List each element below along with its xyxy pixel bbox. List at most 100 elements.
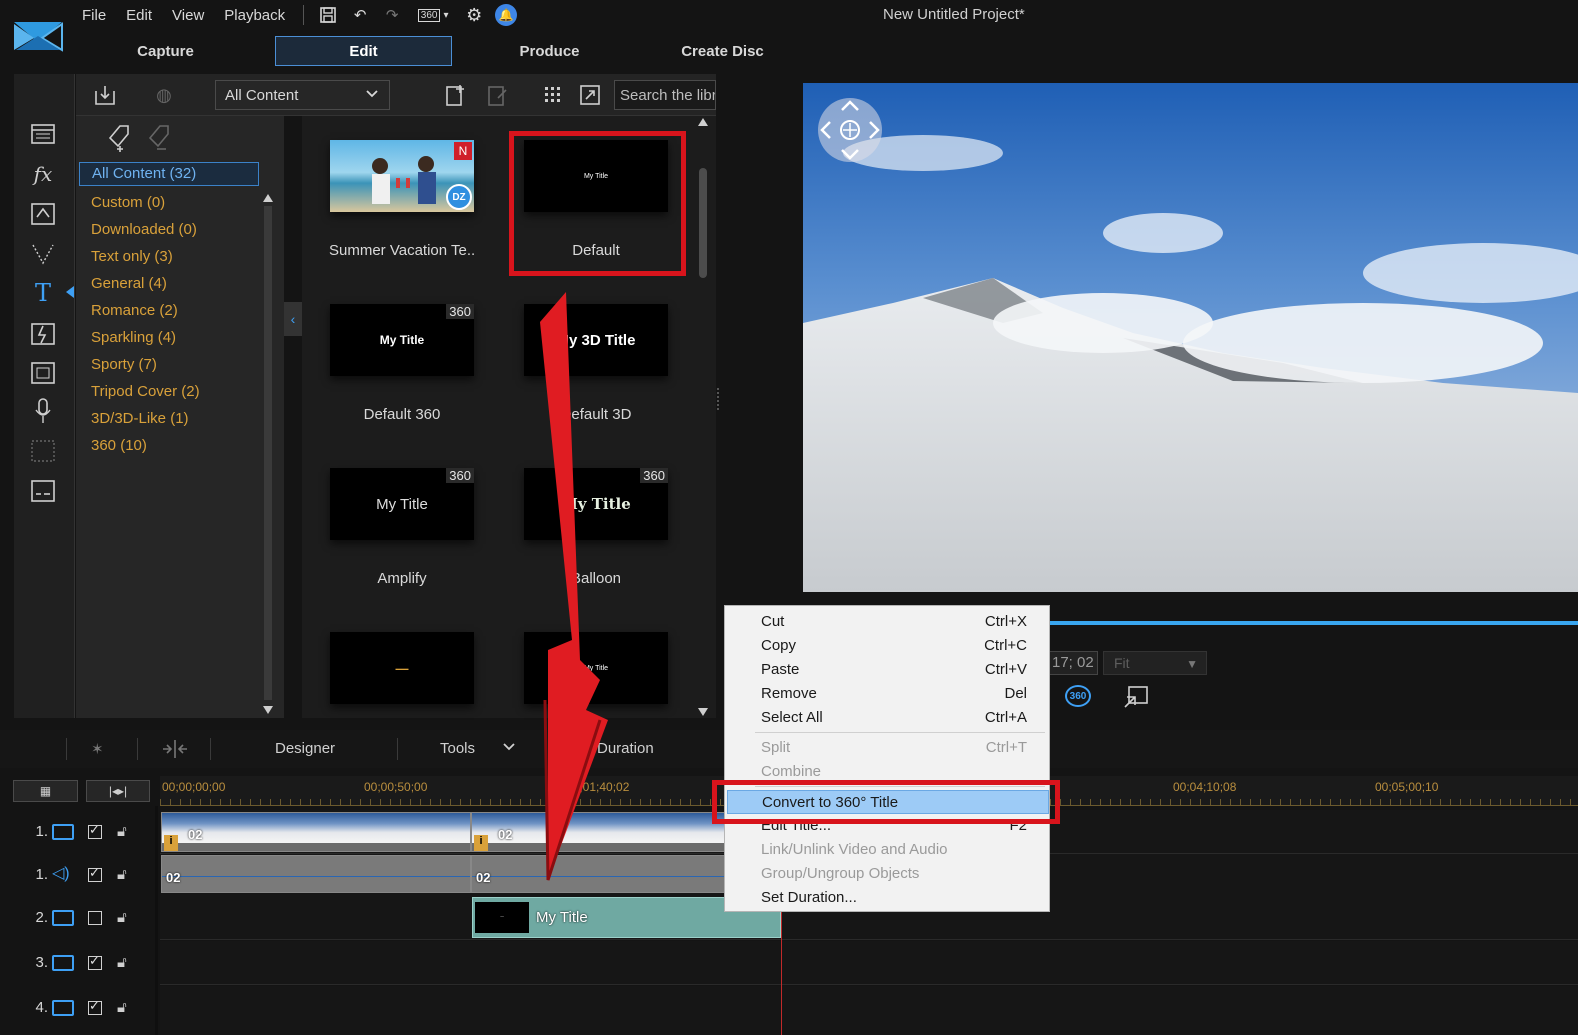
save-icon[interactable] bbox=[315, 2, 341, 28]
template-tile-balloon[interactable]: My Title 360 Balloon bbox=[523, 468, 669, 587]
unlock-icon[interactable]: 🔓︎ bbox=[117, 909, 127, 926]
tab-create-disc[interactable]: Create Disc bbox=[629, 36, 816, 66]
clip-info-icon[interactable]: i bbox=[474, 835, 488, 851]
expand-library-icon[interactable] bbox=[577, 82, 603, 108]
menu-item-cut[interactable]: Cut Ctrl+X bbox=[725, 610, 1049, 634]
scroll-thumb[interactable] bbox=[699, 168, 707, 278]
category-item-custom[interactable]: Custom (0) bbox=[79, 189, 259, 216]
360-navigation-control[interactable] bbox=[818, 98, 882, 162]
duration-button[interactable]: Duration bbox=[597, 740, 654, 757]
scroll-up-arrow-icon[interactable] bbox=[263, 194, 273, 202]
media-room-icon[interactable] bbox=[28, 120, 58, 148]
category-item-downloaded[interactable]: Downloaded (0) bbox=[79, 216, 259, 243]
category-item-romance[interactable]: Romance (2) bbox=[79, 297, 259, 324]
category-item-sparkling[interactable]: Sparkling (4) bbox=[79, 324, 259, 351]
timecode-display[interactable]: 17; 02 bbox=[1048, 651, 1098, 675]
menu-file[interactable]: File bbox=[72, 7, 116, 24]
content-filter-dropdown[interactable]: All Content bbox=[215, 80, 390, 110]
split-tool-icon[interactable] bbox=[161, 740, 189, 762]
menu-item-group-ungroup[interactable]: Group/Ungroup Objects bbox=[725, 862, 1049, 886]
settings-gear-icon[interactable]: ⚙ bbox=[461, 2, 487, 28]
track-enable-checkbox[interactable] bbox=[88, 998, 102, 1015]
add-tag-icon[interactable] bbox=[106, 124, 132, 158]
track-enable-checkbox[interactable] bbox=[88, 822, 102, 839]
timeline-playhead[interactable] bbox=[781, 897, 782, 1035]
new-title-template-icon[interactable] bbox=[443, 82, 469, 108]
video-clip-2[interactable]: 02 i bbox=[471, 812, 725, 852]
audio-mixing-icon[interactable] bbox=[28, 359, 58, 387]
clip-info-icon[interactable]: i bbox=[164, 835, 178, 851]
view-360-toggle[interactable]: 360 ▾ bbox=[411, 2, 455, 28]
fx-room-icon[interactable]: fx bbox=[28, 160, 58, 188]
tab-edit[interactable]: Edit bbox=[275, 36, 452, 66]
template-tile-amplify[interactable]: My Title 360 Amplify bbox=[329, 468, 475, 587]
template-tile-default-360[interactable]: My Title 360 Default 360 bbox=[329, 304, 475, 423]
menu-view[interactable]: View bbox=[162, 7, 214, 24]
category-item-text-only[interactable]: Text only (3) bbox=[79, 243, 259, 270]
unlock-icon[interactable]: 🔓︎ bbox=[117, 866, 127, 883]
unlock-icon[interactable]: 🔓︎ bbox=[117, 999, 127, 1016]
collapse-panel-button[interactable]: ‹ bbox=[284, 302, 302, 336]
redo-icon[interactable]: ↷ bbox=[379, 2, 405, 28]
library-search-input[interactable]: Search the libra bbox=[614, 80, 716, 110]
track-enable-checkbox[interactable] bbox=[88, 953, 102, 970]
transition-room-icon[interactable] bbox=[28, 320, 58, 348]
menu-item-paste[interactable]: Paste Ctrl+V bbox=[725, 658, 1049, 682]
track-enable-checkbox[interactable] bbox=[88, 910, 102, 925]
import-media-icon[interactable] bbox=[92, 82, 118, 108]
tab-capture[interactable]: Capture bbox=[72, 36, 259, 66]
track-enable-checkbox[interactable] bbox=[88, 865, 102, 882]
category-item-360[interactable]: 360 (10) bbox=[79, 432, 259, 459]
undock-preview-icon[interactable] bbox=[1123, 685, 1149, 709]
grid-view-icon[interactable] bbox=[540, 82, 566, 108]
panel-splitter-grip[interactable] bbox=[717, 388, 720, 410]
template-tile-7[interactable]: — bbox=[329, 632, 475, 704]
preview-progress-bar[interactable] bbox=[1048, 621, 1578, 625]
video-preview-360[interactable] bbox=[803, 83, 1578, 592]
magic-tool-icon[interactable]: ✶ bbox=[91, 740, 104, 758]
tab-produce[interactable]: Produce bbox=[456, 36, 643, 66]
download-content-icon[interactable]: ◍ bbox=[151, 82, 177, 108]
chevron-down-icon[interactable] bbox=[502, 740, 516, 758]
menu-item-remove[interactable]: Remove Del bbox=[725, 682, 1049, 706]
remove-tag-icon[interactable] bbox=[146, 124, 172, 158]
designer-button[interactable]: Designer bbox=[275, 740, 335, 757]
category-item-general[interactable]: General (4) bbox=[79, 270, 259, 297]
audio-clip-1[interactable]: 02 bbox=[161, 855, 471, 893]
notification-bell-icon[interactable]: 🔔 bbox=[493, 2, 519, 28]
subtitle-room-icon[interactable] bbox=[28, 477, 58, 505]
modify-template-icon[interactable] bbox=[485, 82, 511, 108]
scroll-up-arrow-icon[interactable] bbox=[698, 118, 708, 126]
undo-icon[interactable]: ↶ bbox=[347, 2, 373, 28]
timeline-track-manager-button[interactable]: ▦ bbox=[13, 780, 78, 802]
voice-over-microphone-icon[interactable] bbox=[28, 397, 58, 425]
zoom-fit-dropdown[interactable]: Fit ▼ bbox=[1103, 651, 1207, 675]
menu-item-copy[interactable]: Copy Ctrl+C bbox=[725, 634, 1049, 658]
track-row-video-4[interactable] bbox=[160, 986, 1578, 1030]
template-tile-summer-vacation[interactable]: N DZ Summer Vacation Te... bbox=[329, 140, 475, 259]
menu-item-link-unlink[interactable]: Link/Unlink Video and Audio bbox=[725, 838, 1049, 862]
scroll-down-arrow-icon[interactable] bbox=[263, 706, 273, 714]
menu-item-set-duration[interactable]: Set Duration... bbox=[725, 886, 1049, 910]
menu-item-split[interactable]: Split Ctrl+T bbox=[725, 736, 1049, 760]
tools-button[interactable]: Tools bbox=[440, 740, 475, 757]
category-item-tripod-cover[interactable]: Tripod Cover (2) bbox=[79, 378, 259, 405]
pip-objects-icon[interactable] bbox=[28, 200, 58, 228]
scroll-down-arrow-icon[interactable] bbox=[698, 708, 708, 716]
track-row-video-3[interactable] bbox=[160, 941, 1578, 985]
unlock-icon[interactable]: 🔓︎ bbox=[117, 954, 127, 971]
menu-playback[interactable]: Playback bbox=[214, 7, 295, 24]
template-tile-8[interactable]: My Title bbox=[523, 632, 669, 704]
video-clip-1[interactable]: 02 i bbox=[161, 812, 471, 852]
menu-item-select-all[interactable]: Select All Ctrl+A bbox=[725, 706, 1049, 730]
category-scrollbar[interactable] bbox=[263, 194, 273, 714]
scroll-track[interactable] bbox=[264, 206, 272, 700]
chapter-room-icon[interactable] bbox=[28, 437, 58, 465]
template-grid-scrollbar[interactable] bbox=[698, 118, 708, 716]
audio-clip-2[interactable]: 02 bbox=[471, 855, 725, 893]
fit-timeline-button[interactable]: |◂▸| bbox=[86, 780, 150, 802]
category-item-sporty[interactable]: Sporty (7) bbox=[79, 351, 259, 378]
unlock-icon[interactable]: 🔓︎ bbox=[117, 823, 127, 840]
title-room-icon[interactable]: T bbox=[28, 279, 58, 307]
category-item-3d[interactable]: 3D/3D-Like (1) bbox=[79, 405, 259, 432]
